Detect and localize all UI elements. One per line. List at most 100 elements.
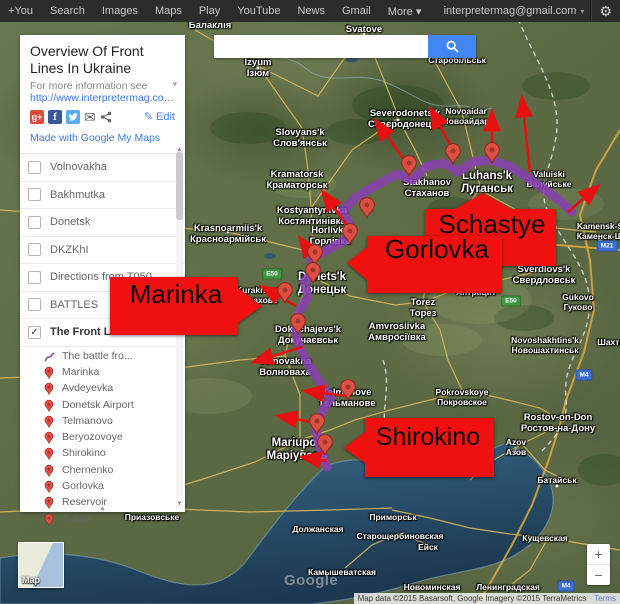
googleplus-icon[interactable]: g+ (30, 109, 44, 124)
sublayer-label: Telmanovo (62, 414, 113, 427)
facebook-icon[interactable]: f (48, 109, 62, 124)
sublayer-marinka[interactable]: Marinka (20, 364, 185, 380)
front-lines-items: The battle fro... Marinka Avdeyevka Donetsk… (20, 347, 185, 527)
pin-icon (44, 381, 55, 396)
sublayer-zolote[interactable]: Zolote (20, 510, 185, 526)
sublayer-shirokino[interactable]: Shirokino (20, 445, 185, 461)
layer-checkbox[interactable] (28, 243, 41, 257)
layer-label: Directions from T0508, Tel... (50, 271, 168, 284)
topbar-link-news[interactable]: News (297, 5, 325, 18)
sublayer-label: Beryozovoye (62, 431, 123, 444)
topbar-link-you[interactable]: +You (8, 5, 33, 18)
info-link[interactable]: http://www.interpretermag.com/ (30, 92, 175, 104)
pin-icon (44, 446, 55, 461)
pin-icon (44, 512, 55, 526)
pin-icon (44, 414, 55, 428)
sublayer-beryozovoye[interactable]: Beryozovoye (20, 429, 185, 445)
map-subtitle: For more information see (30, 80, 148, 92)
topbar-divider (590, 0, 593, 22)
zoom-control: + − (587, 544, 610, 585)
account-caret-icon: ▾ (580, 6, 585, 16)
zoom-in-button[interactable]: + (587, 544, 610, 565)
panel-header: Overview Of Front Lines In Ukraine For m… (20, 35, 185, 153)
layer-label: Volnovakha (50, 161, 107, 174)
layer-row-bakhmutka[interactable]: Bakhmutka (20, 182, 185, 209)
layer-row-battles[interactable]: BATTLES (20, 292, 185, 319)
topbar-link-youtube[interactable]: YouTube (237, 5, 280, 18)
pin-icon (44, 463, 55, 477)
inset-map-label: Map (22, 575, 40, 585)
sublayer-label: Gorlovka (62, 480, 105, 493)
layer-row-directions-from-t0508-tel[interactable]: Directions from T0508, Tel... (20, 264, 185, 292)
edit-button[interactable]: ✎ Edit (143, 110, 175, 124)
sublayer-label: Avdeyevka (62, 382, 114, 395)
sublayer-gorlovka[interactable]: Gorlovka (20, 478, 185, 494)
map-legend-panel: Overview Of Front Lines In Ukraine For m… (20, 35, 185, 526)
search-input[interactable] (214, 35, 428, 58)
panel-footer-collapse[interactable]: ▲ (20, 505, 185, 512)
topbar-link-search[interactable]: Search (50, 5, 85, 18)
topbar-link-gmail[interactable]: Gmail (342, 5, 371, 18)
zoom-out-button[interactable]: − (587, 565, 610, 585)
layer-label: The Front Lines (50, 326, 133, 339)
made-with-link[interactable]: Made with Google My Maps (30, 132, 175, 148)
map-title: Overview Of Front Lines In Ukraine (30, 43, 144, 76)
sublayer-chernenko[interactable]: Chernenko (20, 462, 185, 478)
scrollbar-thumb[interactable] (176, 152, 183, 220)
layer-checkbox[interactable] (28, 160, 41, 174)
share-icons-row: g+ f ✉ ✎ Edit (30, 109, 175, 124)
share-icon[interactable] (100, 111, 112, 123)
sublayer-label: Marinka (62, 365, 100, 378)
terms-link[interactable]: Terms (594, 594, 616, 603)
pin-icon (44, 365, 55, 379)
topbar-nav: +You Search Images Maps Play YouTube News Gmail… (8, 5, 421, 18)
topbar-link-maps[interactable]: Maps (155, 5, 182, 18)
panel-scrollbar[interactable]: ▲ ▼ (176, 147, 183, 507)
layer-checkbox[interactable] (28, 270, 41, 284)
settings-gear-icon[interactable]: ⚙ (599, 0, 612, 22)
sublayer-label: Chernenko (62, 463, 114, 476)
panel-collapse-icon[interactable]: ▾ (172, 79, 177, 90)
sublayer-the-battle-fro[interactable]: The battle fro... (20, 348, 185, 364)
layer-row-the-front-lines[interactable]: ✓ The Front Lines (20, 319, 185, 347)
layer-row-donetsk[interactable]: Donetsk (20, 209, 185, 237)
pencil-icon: ✎ (143, 111, 154, 123)
sublayer-avdeyevka[interactable]: Avdeyevka (20, 380, 185, 396)
google-my-maps-app: Балаклія Svatove Старобільськ Izyum Ізюм Seve… (0, 0, 620, 604)
map-search-bar (214, 35, 476, 58)
google-watermark: Google (284, 572, 339, 589)
pin-icon (44, 479, 55, 494)
layer-list: Volnovakha Bakhmutka Donetsk DKZKhI Directio… (20, 153, 185, 347)
google-topbar: +You Search Images Maps Play YouTube News Gmail… (0, 0, 620, 22)
sublayer-label: Shirokino (62, 447, 106, 460)
sublayer-label: Zolote (62, 512, 92, 525)
sublayer-telmanovo[interactable]: Telmanovo (20, 413, 185, 429)
topbar-link-more[interactable]: More ▾ (388, 5, 422, 18)
topbar-link-images[interactable]: Images (102, 5, 138, 18)
layer-label: Donetsk (50, 216, 91, 229)
layer-label: DKZKhI (50, 243, 89, 256)
sublayer-label: The battle fro... (62, 349, 133, 362)
twitter-icon[interactable] (66, 109, 80, 124)
attribution-bar: Map data ©2015 Basarsoft, Google Imagery… (353, 593, 620, 604)
layer-row-volnovakha[interactable]: Volnovakha (20, 154, 185, 182)
layer-row-dkzkhi[interactable]: DKZKhI (20, 237, 185, 264)
account-email[interactable]: interpretermag@gmail.com (444, 5, 577, 17)
pin-icon (44, 398, 55, 412)
topbar-right: interpretermag@gmail.com ▾ ⚙ (444, 0, 612, 22)
polyline-icon (44, 349, 55, 363)
topbar-link-play[interactable]: Play (199, 5, 220, 18)
layer-checkbox[interactable] (28, 188, 41, 202)
search-button[interactable] (428, 35, 476, 58)
layer-checkbox[interactable] (28, 298, 41, 312)
pin-icon (44, 430, 55, 445)
layer-label: BATTLES (50, 298, 99, 311)
sublayer-label: Donetsk Airport (62, 398, 134, 411)
layer-label: Bakhmutka (50, 188, 106, 201)
email-icon[interactable]: ✉ (84, 110, 96, 124)
layer-checkbox[interactable] (28, 215, 41, 229)
layer-checkbox[interactable]: ✓ (28, 325, 41, 339)
sublayer-donetsk-airport[interactable]: Donetsk Airport (20, 396, 185, 412)
inset-overview-map[interactable]: Map (18, 542, 64, 588)
attribution-text: Map data ©2015 Basarsoft, Google Imagery… (357, 594, 587, 603)
